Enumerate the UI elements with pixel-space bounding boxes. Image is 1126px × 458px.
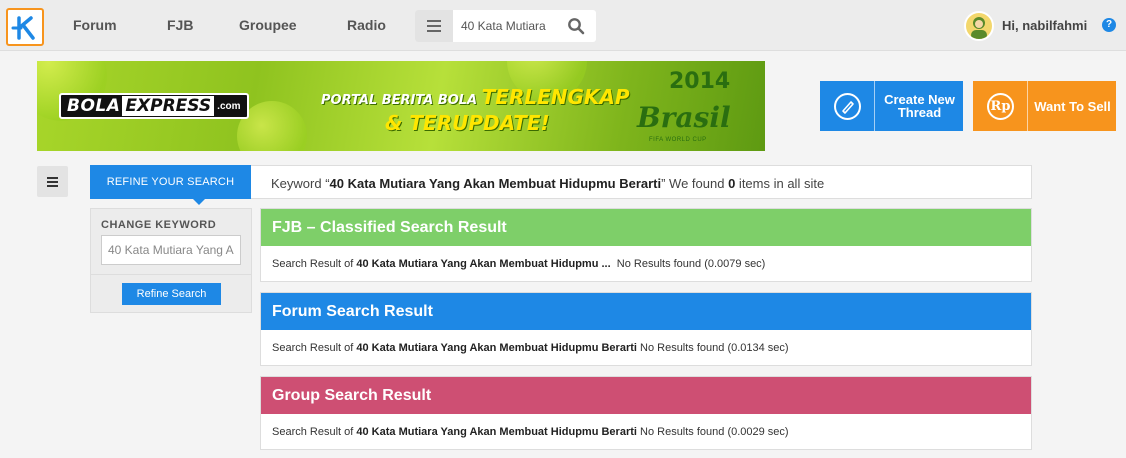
kaskus-logo-icon[interactable] (6, 8, 44, 46)
summary-keyword: 40 Kata Mutiara Yang Akan Membuat Hidupm… (329, 176, 662, 191)
top-navbar: Forum FJB Groupee Radio Hi, nabilfahmi ? (0, 0, 1126, 51)
forum-result-section: Forum Search Result Search Result of 40 … (260, 292, 1032, 366)
search-summary-text: Keyword “40 Kata Mutiara Yang Akan Membu… (271, 176, 824, 191)
summary-suffix: items in all site (735, 176, 825, 191)
group-result-section: Group Search Result Search Result of 40 … (260, 376, 1032, 450)
fjb-result-section: FJB – Classified Search Result Search Re… (260, 208, 1032, 282)
help-icon[interactable]: ? (1102, 18, 1116, 32)
user-greeting[interactable]: Hi, nabilfahmi (1002, 18, 1087, 33)
change-keyword-panel: CHANGE KEYWORD Refine Search (90, 208, 252, 313)
search-summary-bar: REFINE YOUR SEARCH Keyword “40 Kata Muti… (90, 165, 1032, 205)
forum-result-text: Search Result of 40 Kata Mutiara Yang Ak… (261, 330, 1031, 367)
brand-left: BOLA (67, 96, 121, 116)
fjb-result-text: Search Result of 40 Kata Mutiara Yang Ak… (261, 246, 1031, 283)
want-to-sell-label: Want To Sell (1034, 98, 1111, 114)
tagline-prefix: PORTAL BERITA BOLA (321, 93, 478, 108)
nav-fjb[interactable]: FJB (167, 17, 193, 33)
worldcup-name: Brasil (637, 101, 731, 134)
rupiah-icon: Rp (973, 81, 1028, 131)
create-new-thread-label: Create New Thread (884, 92, 955, 120)
want-to-sell-button[interactable]: Rp Want To Sell (973, 81, 1116, 131)
pencil-icon (820, 81, 875, 131)
create-new-thread-button[interactable]: Create New Thread (820, 81, 963, 131)
sidebar-toggle-menu-icon[interactable] (37, 166, 68, 197)
search-category-menu-icon[interactable] (415, 10, 453, 42)
result-prefix: Search Result of (272, 258, 357, 270)
fjb-result-title: FJB – Classified Search Result (261, 209, 1031, 246)
search-icon[interactable] (567, 17, 585, 35)
forum-result-title: Forum Search Result (261, 293, 1031, 330)
result-status: No Results found (0.0134 sec) (636, 342, 789, 354)
group-result-title: Group Search Result (261, 377, 1031, 414)
summary-prefix: Keyword “ (271, 176, 330, 191)
nav-groupee[interactable]: Groupee (239, 17, 297, 33)
divider (91, 274, 251, 275)
change-keyword-title: CHANGE KEYWORD (101, 219, 217, 231)
worldcup-year: 2014 (669, 69, 731, 94)
result-status: No Results found (0.0029 sec) (636, 426, 789, 438)
tagline-highlight: TERLENGKAP (481, 85, 630, 109)
result-keyword: 40 Kata Mutiara Yang Akan Membuat Hidupm… (356, 258, 611, 270)
advertisement-banner[interactable]: BOLA EXPRESS .com PORTAL BERITA BOLA TER… (37, 61, 765, 151)
banner-tagline-1: PORTAL BERITA BOLA TERLENGKAP (321, 85, 630, 109)
brand-suffix: .com (217, 100, 241, 112)
refine-search-button[interactable]: Refine Search (122, 283, 221, 305)
result-keyword: 40 Kata Mutiara Yang Akan Membuat Hidupm… (356, 426, 637, 438)
user-avatar[interactable] (964, 11, 994, 41)
banner-tagline-2: & TERUPDATE! (385, 111, 550, 135)
result-prefix: Search Result of (272, 342, 357, 354)
group-result-text: Search Result of 40 Kata Mutiara Yang Ak… (261, 414, 1031, 451)
search-box (415, 10, 596, 42)
worldcup-sub: FIFA WORLD CUP (649, 137, 707, 143)
keyword-input[interactable] (101, 235, 241, 265)
nav-forum[interactable]: Forum (73, 17, 117, 33)
result-prefix: Search Result of (272, 426, 357, 438)
bolaexpress-logo: BOLA EXPRESS .com (59, 93, 249, 119)
rupiah-icon-text: Rp (987, 93, 1014, 120)
search-input[interactable] (461, 10, 565, 42)
brand-mid: EXPRESS (122, 96, 215, 116)
nav-radio[interactable]: Radio (347, 17, 386, 33)
refine-your-search-tab[interactable]: REFINE YOUR SEARCH (90, 165, 251, 205)
summary-mid: ” We found (661, 176, 729, 191)
result-status: No Results found (0.0079 sec) (610, 258, 766, 270)
result-keyword: 40 Kata Mutiara Yang Akan Membuat Hidupm… (356, 342, 637, 354)
